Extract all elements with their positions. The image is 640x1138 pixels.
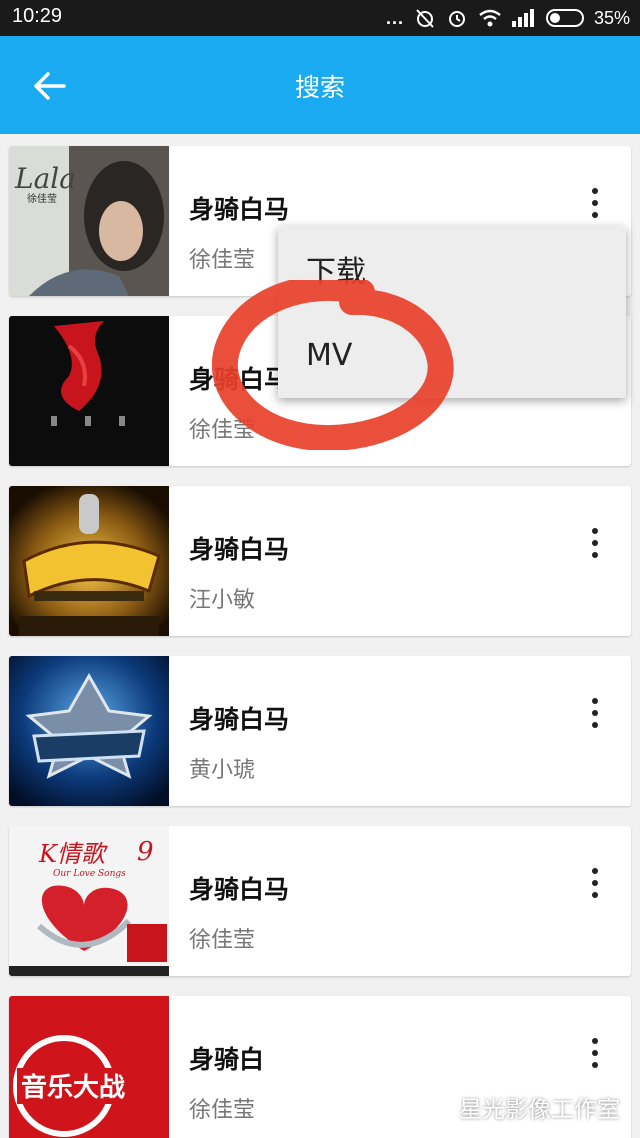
app-bar: 搜索: [0, 36, 640, 134]
popup-menu: 下载 MV: [278, 226, 626, 398]
song-item[interactable]: K情歌 9 Our Love Songs 身骑白马 徐佳莹: [9, 826, 631, 976]
song-item[interactable]: 身骑白马 汪小敏: [9, 486, 631, 636]
album-cover-show: [9, 486, 169, 636]
album-cover-music-battle: 音乐大战: [9, 996, 169, 1138]
battery-icon: [545, 9, 584, 27]
watermark: 星光影像工作室: [415, 1090, 620, 1124]
album-cover-lala: Lala 徐佳莹: [9, 146, 169, 296]
svg-text:Lala: Lala: [14, 162, 76, 195]
svg-text:9: 9: [137, 837, 154, 867]
song-title: 身骑白马: [189, 195, 290, 224]
wechat-icon: [415, 1093, 449, 1120]
svg-text:徐佳莹: 徐佳莹: [27, 192, 57, 205]
svg-text:音乐大战: 音乐大战: [21, 1072, 125, 1103]
more-options-button[interactable]: [583, 186, 607, 220]
more-options-button[interactable]: [583, 526, 607, 560]
album-cover-heart: K情歌 9 Our Love Songs: [9, 826, 169, 976]
song-title: 身骑白马: [189, 875, 290, 904]
song-title: 身骑白马: [189, 535, 290, 564]
album-cover-star: [9, 656, 169, 806]
more-options-button[interactable]: [583, 696, 607, 730]
menu-item-download[interactable]: 下载: [278, 226, 626, 312]
battery-percent: 35%: [593, 7, 630, 28]
status-bar: 10:29 ... 35%: [0, 0, 640, 36]
watermark-text: 星光影像工作室: [459, 1097, 620, 1123]
song-artist: 徐佳莹: [189, 418, 256, 443]
song-artist: 徐佳莹: [189, 928, 256, 953]
album-cover-red: [9, 316, 169, 466]
menu-item-mv[interactable]: MV: [278, 312, 626, 398]
alarm-icon: [448, 11, 465, 27]
song-title: 身骑白马: [189, 705, 290, 734]
song-artist: 徐佳莹: [189, 1098, 256, 1123]
song-artist: 徐佳莹: [189, 248, 256, 273]
song-artist: 汪小敏: [189, 588, 256, 613]
song-title: 身骑白马: [189, 365, 290, 394]
more-dots: ...: [385, 7, 404, 28]
status-time: 10:29: [12, 5, 63, 27]
alarm-off-icon: [416, 9, 434, 28]
signal-icon: [511, 9, 534, 27]
more-options-button[interactable]: [583, 866, 607, 900]
song-artist: 黄小琥: [189, 758, 256, 783]
status-icons: ... 35%: [386, 6, 630, 30]
wifi-icon: [479, 9, 501, 27]
svg-text:Our Love Songs: Our Love Songs: [53, 869, 126, 879]
page-title: 搜索: [294, 73, 345, 102]
svg-text:K情歌: K情歌: [38, 840, 109, 868]
more-options-button[interactable]: [583, 1036, 607, 1070]
song-title: 身骑白: [189, 1045, 265, 1074]
song-item[interactable]: 身骑白马 黄小琥: [9, 656, 631, 806]
